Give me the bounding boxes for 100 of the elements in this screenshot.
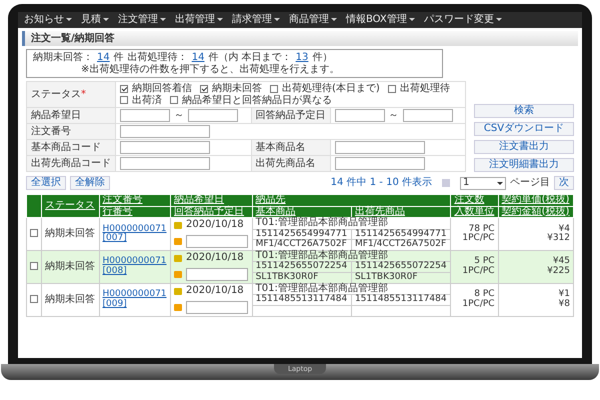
field-label: 基本商品コード (26, 140, 116, 156)
caret-icon (496, 18, 502, 22)
summary-text: 納期未回答： (33, 52, 93, 64)
line-number-link[interactable]: [009] (102, 300, 168, 310)
product-code-cell: 1511425655072254 (351, 262, 451, 272)
next-button[interactable]: 次 (554, 176, 574, 190)
action-button[interactable]: CSVダウンロード (474, 122, 574, 136)
status-cell: 納期未回答 (42, 218, 99, 250)
checkbox-label: 出荷処理待(本日まで) (282, 83, 380, 94)
input-field[interactable] (120, 125, 210, 138)
checkbox[interactable] (170, 96, 178, 104)
input-field[interactable] (120, 109, 170, 122)
order-number-link[interactable]: H0000000071 (102, 257, 168, 267)
menu-item[interactable]: 注文管理 (118, 14, 166, 26)
pagination-summary: 14 件中 1 - 10 件表示 (330, 177, 432, 189)
menu-item[interactable]: 出荷管理 (175, 14, 223, 26)
menu-item[interactable]: 請求管理 (232, 14, 280, 26)
field-label: 出荷先商品コード (26, 156, 116, 172)
date-input[interactable] (186, 234, 248, 248)
status-label: ステータス (31, 88, 81, 100)
range-separator: ～ (388, 110, 398, 122)
destination-cell: T01:管理部品本部商品管理部 (252, 250, 451, 262)
checkbox[interactable] (120, 96, 128, 104)
summary-text: 出荷処理待： (128, 52, 188, 64)
menu-item[interactable]: 商品管理 (289, 14, 337, 26)
row-checkbox[interactable] (30, 228, 38, 237)
checkbox-label: 納品希望日と回答納品日が異なる (182, 94, 332, 106)
line-number-link[interactable]: [007] (102, 234, 168, 244)
checkbox[interactable] (270, 84, 278, 93)
quantity-text: 5 PC (474, 257, 495, 266)
date-input[interactable] (186, 268, 248, 281)
input-field[interactable] (334, 109, 384, 122)
range-separator: ～ (174, 110, 184, 122)
date-text: 2020/10/18 (186, 286, 244, 297)
checkbox-label: 納期未回答 (212, 83, 262, 94)
field-label: 注文番号 (26, 124, 116, 140)
input-field[interactable] (402, 109, 452, 122)
action-button[interactable]: 注文書出力 (474, 140, 574, 154)
count-link[interactable]: 13 (296, 52, 308, 64)
destination-cell: T01:管理部品本部商品管理部 (252, 218, 451, 229)
caret-icon (160, 18, 166, 22)
input-field[interactable] (334, 157, 424, 170)
menu-item[interactable]: 情報BOX管理 (346, 14, 415, 26)
checkbox[interactable] (120, 84, 128, 93)
amount-text: ¥8 (558, 300, 570, 310)
amount-text: ¥312 (546, 234, 570, 244)
field-label: 基本商品名 (251, 140, 330, 156)
field-label: 納品希望日 (26, 108, 116, 124)
input-field[interactable] (188, 109, 238, 122)
action-button[interactable]: 検索 (474, 104, 574, 118)
summary-text: 件 (114, 52, 124, 64)
row-checkbox[interactable] (30, 262, 38, 270)
date-input[interactable] (186, 300, 248, 314)
order-number-link[interactable]: H0000000071 (102, 224, 168, 234)
caret-icon (66, 18, 72, 22)
caret-icon (274, 18, 280, 22)
amount-text: ¥225 (546, 266, 570, 276)
status-cell: 納期未回答 (42, 283, 99, 316)
row-checkbox[interactable] (30, 294, 38, 303)
checkbox-label: 納期回答着信 (132, 83, 192, 94)
summary-note: ※出荷処理待の件数を押下すると、出荷処理を行えます。 (80, 64, 340, 75)
select-button[interactable]: 全選択 (26, 176, 66, 190)
product-name-cell: SL1TBK30R0F (252, 272, 352, 284)
product-name-cell: SL1TBK30R0F (351, 272, 451, 284)
unit-price-text: ¥4 (558, 224, 570, 234)
checkbox[interactable] (388, 84, 396, 93)
page-select[interactable]: 1 (460, 176, 506, 190)
input-field[interactable] (120, 141, 210, 154)
product-code-cell: 1511425655072254 (252, 262, 352, 272)
destination-cell: T01:管理部品本部商品管理部 (252, 283, 451, 295)
caret-icon (103, 18, 109, 22)
product-code-cell: 1511425654994771 (252, 229, 352, 240)
line-number-link[interactable]: [008] (102, 266, 168, 276)
menu-item[interactable]: 見積 (81, 14, 109, 26)
menu-item[interactable]: お知らせ (24, 14, 72, 26)
field-label: 出荷先商品名 (251, 156, 330, 172)
select-button[interactable]: 全解除 (70, 176, 110, 190)
caret-icon (497, 182, 503, 184)
count-link[interactable]: 14 (97, 52, 110, 64)
caret-icon (217, 18, 223, 22)
page-title: 注文一覧/納期回答 (22, 30, 578, 46)
required-mark: * (81, 88, 86, 100)
order-number-link[interactable]: H0000000071 (102, 290, 168, 300)
caret-icon (331, 18, 337, 22)
action-button[interactable]: 注文明細書出力 (474, 158, 574, 172)
date-text: 2020/10/18 (186, 220, 244, 231)
unit-text: 1PC/PC (461, 234, 495, 244)
product-code-cell: 1511425654994771 (351, 229, 451, 240)
input-field[interactable] (334, 141, 424, 154)
unit-price-text: ¥45 (552, 257, 570, 266)
checkbox[interactable] (200, 84, 208, 93)
checkbox-label: 出荷済 (132, 94, 162, 106)
quantity-text: 78 PC (468, 224, 495, 234)
unit-text: 1PC/PC (461, 300, 495, 310)
product-code-cell: 1511485513117484 (252, 294, 352, 306)
menu-item[interactable]: パスワード変更 (424, 14, 502, 26)
product-name-cell: MF1/4CCT26A7502F (252, 239, 352, 250)
summary-text: 件（内 本日まで： (208, 52, 292, 64)
count-link[interactable]: 14 (192, 52, 204, 64)
input-field[interactable] (120, 157, 210, 170)
